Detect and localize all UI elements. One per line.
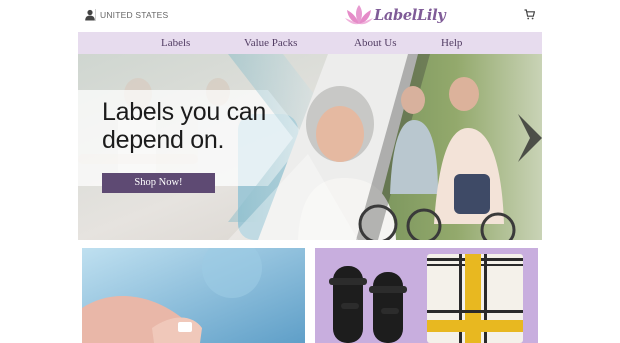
sandals-towel-photo — [329, 254, 523, 343]
country-separator — [95, 9, 96, 21]
hero-banner: Labels you can depend on. Shop Now! — [78, 54, 542, 240]
main-nav: Labels Value Packs About Us Help — [78, 32, 542, 54]
logo-wordmark: LabelLily — [374, 7, 446, 24]
section-gap — [78, 240, 542, 248]
site-logo[interactable]: LabelLily — [344, 3, 446, 29]
nav-item-about-us[interactable]: About Us — [354, 36, 396, 50]
nav-item-help[interactable]: Help — [441, 36, 462, 50]
nav-item-labels[interactable]: Labels — [161, 36, 190, 50]
hands-label-photo — [82, 248, 305, 343]
shop-now-button[interactable]: Shop Now! — [102, 173, 215, 193]
page-margin-right — [542, 0, 620, 343]
page-margin-left — [0, 0, 78, 343]
promo-tile-products[interactable] — [315, 248, 538, 343]
country-selector[interactable]: UNITED STATES — [100, 8, 168, 22]
cart-icon[interactable] — [524, 9, 535, 20]
nav-item-value-packs[interactable]: Value Packs — [244, 36, 297, 50]
top-bar: UNITED STATES LabelLily — [78, 0, 542, 32]
promo-tile-hands[interactable] — [82, 248, 305, 343]
hero-headline: Labels you can depend on. — [102, 98, 266, 154]
lotus-icon — [345, 5, 373, 25]
